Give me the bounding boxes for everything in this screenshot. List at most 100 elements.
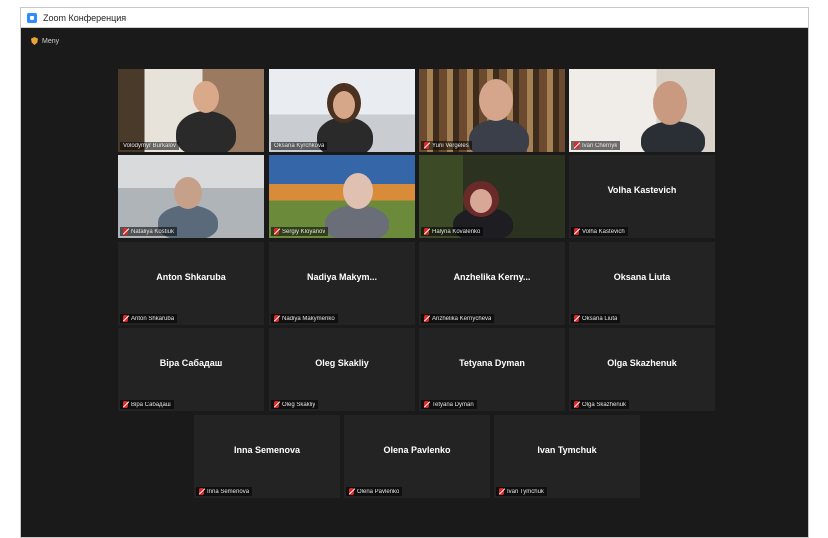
muted-mic-icon — [574, 142, 579, 149]
participant-label: Volha Kastevich — [571, 227, 628, 236]
participant-name: Віра Сабадаш — [159, 358, 223, 368]
participant-name: Tetyana Dyman — [459, 358, 525, 368]
participant-name: Anton Shkaruba — [156, 272, 226, 282]
participant-tile[interactable]: Oksana Kyrchkova — [269, 69, 415, 152]
participant-name-label: Tetyana Dyman — [432, 401, 474, 408]
participant-name-label: Oleg Skakliy — [282, 401, 316, 408]
muted-mic-icon — [574, 228, 579, 235]
participant-name-label: Ivan Tymchuk — [507, 488, 544, 495]
muted-mic-icon — [274, 401, 279, 408]
participant-label: Volodymyr Burkalov — [120, 142, 180, 150]
zoom-window: Zoom Конференция Meny Volodymyr Burkalov… — [20, 7, 809, 538]
participant-tile[interactable]: Nataliya Kostiuk — [118, 155, 264, 238]
participant-name-label: Olga Skazhenuk — [582, 401, 627, 408]
participant-name: Inna Semenova — [233, 445, 301, 455]
title-bar: Zoom Конференция — [21, 8, 808, 28]
muted-mic-icon — [123, 228, 128, 235]
participant-video — [569, 69, 715, 152]
participant-label: Halyna Kovalenko — [421, 227, 484, 236]
participant-name-label: Nataliya Kostiuk — [131, 228, 175, 235]
security-label: Meny — [42, 37, 60, 45]
participant-tile[interactable]: Віра Сабадаш Віра Сабадаш — [118, 328, 264, 411]
muted-mic-icon — [499, 488, 504, 495]
muted-mic-icon — [274, 315, 279, 322]
participant-name-label: Oksana Kyrchkova — [274, 143, 325, 149]
participant-label: Nataliya Kostiuk — [120, 227, 178, 236]
participant-label: Olga Skazhenuk — [571, 400, 630, 409]
participant-label: Tetyana Dyman — [421, 400, 477, 409]
muted-mic-icon — [424, 142, 429, 149]
participant-tile[interactable]: Inna Semenova Inna Semenova — [194, 415, 340, 498]
participant-video — [118, 155, 264, 238]
participant-video — [419, 155, 565, 238]
participant-tile[interactable]: Yurii Vergeles — [419, 69, 565, 152]
participant-label: Olena Pavlenko — [346, 487, 403, 496]
participant-label: Anzhelika Kernycheva — [421, 314, 495, 323]
muted-mic-icon — [349, 488, 354, 495]
participant-tile[interactable]: Volodymyr Burkalov — [118, 69, 264, 152]
participant-name-label: Ivan Chernyk — [582, 142, 618, 149]
muted-mic-icon — [424, 228, 429, 235]
participant-tile[interactable]: Ivan Tymchuk Ivan Tymchuk — [494, 415, 640, 498]
participant-tile[interactable]: Nadiya Makym... Nadiya Makymenko — [269, 242, 415, 325]
participant-label: Віра Сабадаш — [120, 400, 174, 409]
participant-video — [419, 69, 565, 152]
participant-video — [118, 69, 264, 152]
participant-tile[interactable]: Anton Shkaruba Anton Shkaruba — [118, 242, 264, 325]
participant-tile[interactable]: Olga Skazhenuk Olga Skazhenuk — [569, 328, 715, 411]
participant-name: Olena Pavlenko — [383, 445, 451, 455]
muted-mic-icon — [424, 315, 429, 322]
participant-name-label: Nadiya Makymenko — [282, 315, 335, 322]
muted-mic-icon — [123, 315, 128, 322]
participant-label: Oksana Liuta — [571, 314, 621, 323]
participant-tile[interactable]: Olena Pavlenko Olena Pavlenko — [344, 415, 490, 498]
participant-name-label: Olena Pavlenko — [357, 488, 400, 495]
participant-name-label: Віра Сабадаш — [131, 401, 171, 408]
participant-name-label: Halyna Kovalenko — [432, 228, 481, 235]
participant-label: Sergiy Kloyanov — [271, 227, 329, 236]
participant-tile[interactable]: Anzhelika Kerny... Anzhelika Kernycheva — [419, 242, 565, 325]
muted-mic-icon — [574, 401, 579, 408]
muted-mic-icon — [424, 401, 429, 408]
muted-mic-icon — [199, 488, 204, 495]
participant-label: Oleg Skakliy — [271, 400, 319, 409]
participant-label: Anton Shkaruba — [120, 314, 178, 323]
zoom-app-icon — [27, 12, 37, 23]
participant-tile[interactable]: Volha Kastevich Volha Kastevich — [569, 155, 715, 238]
participant-name-label: Volha Kastevich — [582, 228, 625, 235]
muted-mic-icon — [123, 401, 128, 408]
participant-name-label: Oksana Liuta — [582, 315, 618, 322]
participant-name-label: Volodymyr Burkalov — [123, 143, 177, 149]
security-indicator[interactable]: Meny — [31, 37, 59, 45]
participant-name: Nadiya Makym... — [306, 272, 378, 282]
participant-name-label: Inna Semenova — [207, 488, 250, 495]
participant-name: Anzhelika Kerny... — [453, 272, 531, 282]
participant-name-label: Yurii Vergeles — [432, 142, 469, 149]
participant-name: Volha Kastevich — [607, 185, 677, 195]
participant-tile[interactable]: Halyna Kovalenko — [419, 155, 565, 238]
participant-name: Ivan Tymchuk — [537, 445, 597, 455]
participant-tile[interactable]: Tetyana Dyman Tetyana Dyman — [419, 328, 565, 411]
participant-label: Nadiya Makymenko — [271, 314, 338, 323]
participant-label: Inna Semenova — [196, 487, 253, 496]
participant-video — [269, 155, 415, 238]
participant-tile[interactable]: Ivan Chernyk — [569, 69, 715, 152]
participant-video — [269, 69, 415, 152]
participant-label: Ivan Tymchuk — [496, 487, 547, 496]
participant-name: Oksana Liuta — [613, 272, 671, 282]
participant-name-label: Anzhelika Kernycheva — [432, 315, 492, 322]
participant-name-label: Sergiy Kloyanov — [282, 228, 326, 235]
participant-tile[interactable]: Oleg Skakliy Oleg Skakliy — [269, 328, 415, 411]
participant-label: Oksana Kyrchkova — [271, 142, 328, 150]
participant-label: Ivan Chernyk — [571, 141, 621, 150]
shield-icon — [31, 37, 38, 45]
participant-name: Olga Skazhenuk — [607, 358, 677, 368]
window-title: Zoom Конференция — [43, 12, 127, 23]
participant-tile[interactable]: Oksana Liuta Oksana Liuta — [569, 242, 715, 325]
participant-tile[interactable]: Sergiy Kloyanov — [269, 155, 415, 238]
muted-mic-icon — [574, 315, 579, 322]
participant-name: Oleg Skakliy — [315, 358, 369, 368]
participant-label: Yurii Vergeles — [421, 141, 472, 150]
participant-name-label: Anton Shkaruba — [131, 315, 175, 322]
muted-mic-icon — [274, 228, 279, 235]
